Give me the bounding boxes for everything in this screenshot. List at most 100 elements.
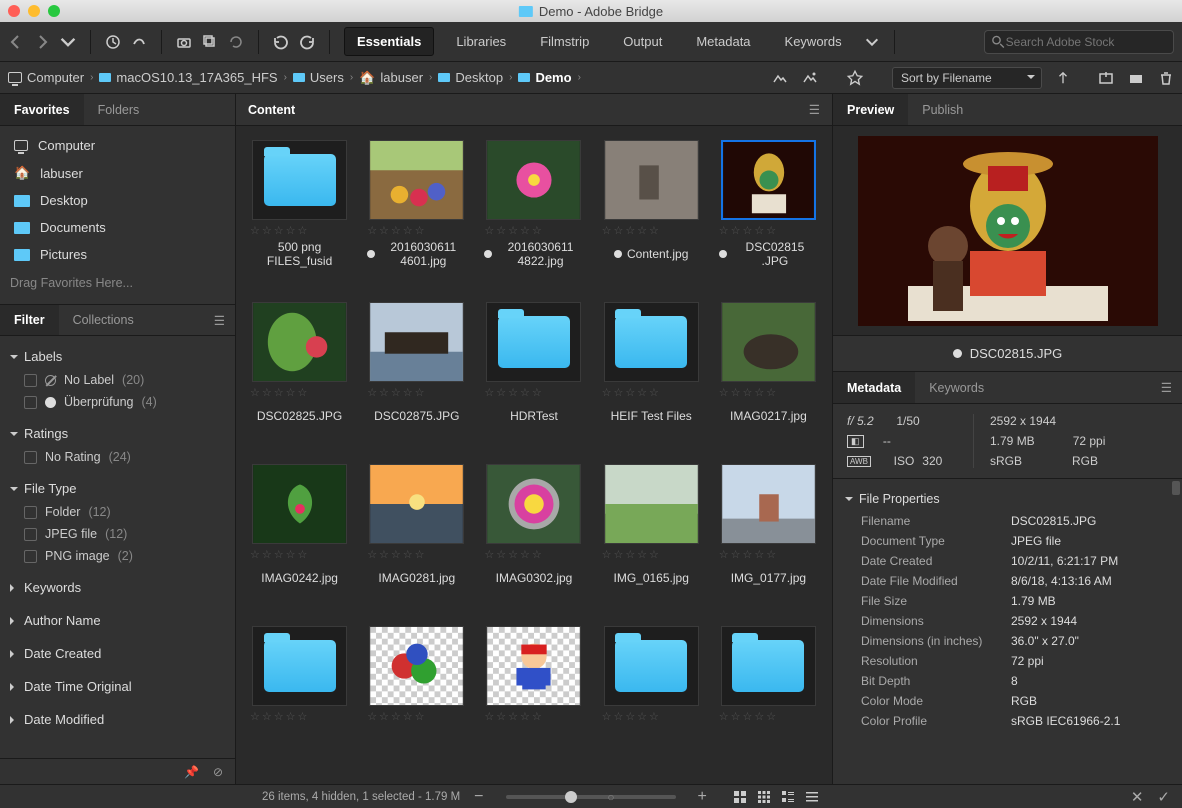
rating-stars[interactable]: ☆☆☆☆☆ xyxy=(484,548,543,561)
rating-stars[interactable]: ☆☆☆☆☆ xyxy=(367,224,426,237)
filter-section-date-time-original[interactable]: Date Time Original xyxy=(0,674,235,699)
rating-stars[interactable]: ☆☆☆☆☆ xyxy=(602,386,661,399)
content-item[interactable]: ☆☆☆☆☆ xyxy=(602,626,701,770)
rating-stars[interactable]: ☆☆☆☆☆ xyxy=(484,386,543,399)
rating-stars[interactable]: ☆☆☆☆☆ xyxy=(367,548,426,561)
tab-metadata[interactable]: Metadata xyxy=(833,372,915,403)
camera-icon[interactable] xyxy=(176,34,192,50)
filter-item[interactable]: Überprüfung (4) xyxy=(0,391,235,413)
rating-stars[interactable]: ☆☆☆☆☆ xyxy=(250,548,309,561)
rating-stars[interactable]: ☆☆☆☆☆ xyxy=(719,548,778,561)
rating-stars[interactable]: ☆☆☆☆☆ xyxy=(719,224,778,237)
thumbnail-quality-2-icon[interactable] xyxy=(802,70,818,86)
content-item[interactable]: ☆☆☆☆☆IMAG0302.jpg xyxy=(484,464,583,608)
workspace-tab-essentials[interactable]: Essentials xyxy=(344,27,434,56)
tab-preview[interactable]: Preview xyxy=(833,94,908,125)
tab-collections[interactable]: Collections xyxy=(59,305,148,335)
filter-item[interactable]: No Rating (24) xyxy=(0,446,235,468)
sort-direction-icon[interactable] xyxy=(1056,71,1070,85)
favorite-desktop[interactable]: Desktop xyxy=(0,187,235,214)
content-item[interactable]: ☆☆☆☆☆ xyxy=(367,626,466,770)
filter-item[interactable]: JPEG file (12) xyxy=(0,523,235,545)
rotate-ccw-icon[interactable] xyxy=(273,34,289,50)
refresh-icon[interactable] xyxy=(228,34,244,50)
checkbox[interactable] xyxy=(24,528,37,541)
rating-stars[interactable]: ☆☆☆☆☆ xyxy=(602,548,661,561)
content-item[interactable]: ☆☆☆☆☆ xyxy=(484,626,583,770)
rating-stars[interactable]: ☆☆☆☆☆ xyxy=(250,710,309,723)
rating-stars[interactable]: ☆☆☆☆☆ xyxy=(719,386,778,399)
rating-stars[interactable]: ☆☆☆☆☆ xyxy=(367,710,426,723)
clear-filter-icon[interactable]: ⊘ xyxy=(213,765,223,779)
content-item[interactable]: ☆☆☆☆☆HEIF Test Files xyxy=(602,302,701,446)
new-folder-icon[interactable] xyxy=(1128,70,1144,86)
content-item[interactable]: ☆☆☆☆☆HDRTest xyxy=(484,302,583,446)
grid-view-icon[interactable] xyxy=(733,790,747,804)
history-icon[interactable] xyxy=(105,34,121,50)
rating-stars[interactable]: ☆☆☆☆☆ xyxy=(250,386,309,399)
zoom-out-icon[interactable]: − xyxy=(474,788,483,806)
filter-section-keywords[interactable]: Keywords xyxy=(0,575,235,600)
filter-item[interactable]: PNG image (2) xyxy=(0,545,235,567)
tab-folders[interactable]: Folders xyxy=(84,94,154,125)
checkbox[interactable] xyxy=(24,506,37,519)
thumbnail-size-slider[interactable]: ○ xyxy=(506,795,676,799)
filter-item[interactable]: No Label (20) xyxy=(0,369,235,391)
file-properties-header[interactable]: File Properties xyxy=(833,487,1182,511)
rating-stars[interactable]: ☆☆☆☆☆ xyxy=(602,224,661,237)
zoom-in-icon[interactable]: + xyxy=(698,788,707,806)
stock-search[interactable] xyxy=(984,30,1174,54)
content-item[interactable]: ☆☆☆☆☆ xyxy=(719,626,818,770)
pin-icon[interactable]: 📌 xyxy=(184,765,199,779)
content-item[interactable]: ☆☆☆☆☆IMAG0217.jpg xyxy=(719,302,818,446)
content-item[interactable]: ☆☆☆☆☆IMG_0177.jpg xyxy=(719,464,818,608)
favorite-computer[interactable]: Computer xyxy=(0,132,235,159)
cancel-metadata-icon[interactable]: ✕ xyxy=(1131,788,1144,806)
breadcrumb-labuser[interactable]: 🏠labuser xyxy=(359,70,423,86)
trash-icon[interactable] xyxy=(1158,70,1174,86)
rating-stars[interactable]: ☆☆☆☆☆ xyxy=(602,710,661,723)
checkbox[interactable] xyxy=(24,396,37,409)
rating-stars[interactable]: ☆☆☆☆☆ xyxy=(367,386,426,399)
back-icon[interactable] xyxy=(8,34,24,50)
filter-star-icon[interactable] xyxy=(846,69,864,87)
thumb-view-icon[interactable] xyxy=(757,790,771,804)
rating-stars[interactable]: ☆☆☆☆☆ xyxy=(484,224,543,237)
checkbox[interactable] xyxy=(24,550,37,563)
tab-publish[interactable]: Publish xyxy=(908,94,977,125)
content-item[interactable]: ☆☆☆☆☆DSC02825.JPG xyxy=(250,302,349,446)
content-item[interactable]: ☆☆☆☆☆Content.jpg xyxy=(602,140,701,284)
batch-icon[interactable] xyxy=(202,34,218,50)
breadcrumb-demo[interactable]: Demo xyxy=(518,70,571,85)
tab-favorites[interactable]: Favorites xyxy=(0,94,84,125)
workspace-tab-keywords[interactable]: Keywords xyxy=(773,28,854,55)
boomerang-icon[interactable] xyxy=(131,34,147,50)
forward-icon[interactable] xyxy=(34,34,50,50)
rating-stars[interactable]: ☆☆☆☆☆ xyxy=(719,710,778,723)
filter-menu-icon[interactable]: ☰ xyxy=(204,313,235,328)
filter-section-file-type[interactable]: File Type xyxy=(0,476,235,501)
filter-section-date-modified[interactable]: Date Modified xyxy=(0,707,235,732)
favorite-pictures[interactable]: Pictures xyxy=(0,241,235,268)
favorite-documents[interactable]: Documents xyxy=(0,214,235,241)
list-view-icon[interactable] xyxy=(805,790,819,804)
content-item[interactable]: ☆☆☆☆☆DSC02875.JPG xyxy=(367,302,466,446)
thumbnail-quality-icon[interactable] xyxy=(772,70,788,86)
sort-dropdown[interactable]: Sort by Filename xyxy=(892,67,1042,89)
tab-keywords[interactable]: Keywords xyxy=(915,372,998,403)
content-item[interactable]: ☆☆☆☆☆2016030611 4601.jpg xyxy=(367,140,466,284)
minimize-window-icon[interactable] xyxy=(28,5,40,17)
content-item[interactable]: ☆☆☆☆☆500 png FILES_fusid xyxy=(250,140,349,284)
rating-stars[interactable]: ☆☆☆☆☆ xyxy=(250,224,309,237)
checkbox[interactable] xyxy=(24,451,37,464)
checkbox[interactable] xyxy=(24,374,37,387)
filter-section-ratings[interactable]: Ratings xyxy=(0,421,235,446)
breadcrumb-macos10.13_17a365_hfs[interactable]: macOS10.13_17A365_HFS xyxy=(99,70,277,85)
stock-search-input[interactable] xyxy=(1006,35,1167,49)
filter-section-labels[interactable]: Labels xyxy=(0,344,235,369)
zoom-window-icon[interactable] xyxy=(48,5,60,17)
filter-section-date-created[interactable]: Date Created xyxy=(0,641,235,666)
recent-dropdown-icon[interactable] xyxy=(60,34,76,50)
filter-section-author-name[interactable]: Author Name xyxy=(0,608,235,633)
content-grid[interactable]: ☆☆☆☆☆500 png FILES_fusid☆☆☆☆☆2016030611 … xyxy=(236,126,832,784)
